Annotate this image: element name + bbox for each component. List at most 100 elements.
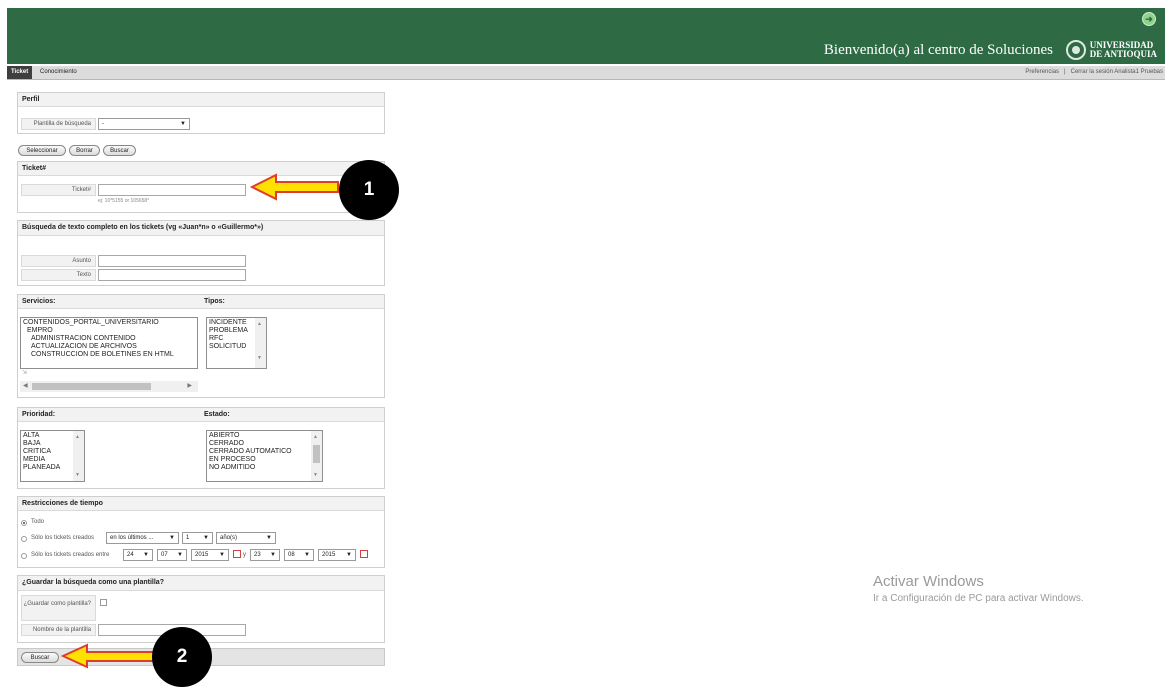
estado-list[interactable]: ABIERTO CERRADO CERRADO AUTOMATICO EN PR… [206,430,323,482]
chevron-down-icon: ▼ [304,552,310,558]
guardar-title: ¿Guardar la búsqueda como una plantilla? [18,576,384,591]
resize-grip-icon[interactable]: ⇲ [22,369,27,376]
perfil-title: Perfil [18,93,384,107]
radio-all-label: Todo [31,519,45,525]
list-item[interactable]: EMPRO [23,327,195,335]
template-label: Plantilla de búsqueda [21,118,96,130]
fulltext-panel: Búsqueda de texto completo en los ticket… [17,220,385,286]
select-button[interactable]: Seleccionar [18,145,66,156]
search-button-bottom[interactable]: Buscar [21,652,59,663]
list-item[interactable]: NO ADMITIDO [209,464,320,472]
chevron-down-icon: ▼ [219,552,225,558]
servicios-hscrollbar[interactable]: ◀ ▶ [20,381,198,392]
clear-button[interactable]: Borrar [69,145,100,156]
created-unit-value: año(s) [220,535,238,541]
servicios-list[interactable]: CONTENIDOS_PORTAL_UNIVERSITARIO EMPRO AD… [20,317,198,369]
created-unit-select[interactable]: año(s) ▼ [216,532,276,544]
fulltext-title: Búsqueda de texto completo en los ticket… [18,221,384,236]
text-input[interactable] [98,269,246,281]
scroll-thumb[interactable] [32,383,151,390]
tab-ticket[interactable]: Ticket [7,66,33,79]
subject-input[interactable] [98,255,246,267]
scroll-up-icon[interactable]: ▲ [75,433,80,441]
to-year-value: 2015 [322,552,336,558]
text-label: Texto [21,269,96,281]
created-range-select[interactable]: en los últimos ... ▼ [106,532,179,544]
and-label: y [243,552,246,558]
save-template-checkbox[interactable] [100,599,107,606]
radio-created[interactable] [21,536,27,542]
prioridad-scrollbar[interactable]: ▲ ▼ [73,431,84,481]
scroll-left-icon[interactable]: ◀ [23,382,28,389]
to-month-value: 08 [288,552,295,558]
tipos-list[interactable]: INCIDENTE PROBLEMA RFC SOLICITUD ▲ ▼ [206,317,267,369]
chevron-down-icon: ▼ [177,552,183,558]
callout-arrow-1 [250,173,339,201]
template-select[interactable]: - ▼ [98,118,190,130]
from-year-value: 2015 [195,552,209,558]
list-item[interactable]: EN PROCESO [209,456,320,464]
prioridad-list[interactable]: ALTA BAJA CRITICA MEDIA PLANEADA ▲ ▼ [20,430,85,482]
main-navbar: Ticket Conocimiento Preferencias | Cerra… [7,66,1165,80]
to-year-select[interactable]: 2015 ▼ [318,549,356,561]
scroll-down-icon[interactable]: ▼ [75,471,80,479]
calendar-icon[interactable] [360,550,368,558]
scroll-down-icon[interactable]: ▼ [313,471,318,479]
university-logo: UNIVERSIDAD DE ANTIOQUIA [1065,39,1157,61]
scroll-down-icon[interactable]: ▼ [257,354,262,362]
created-num-value: 1 [186,535,190,541]
nav-separator: | [1064,69,1066,75]
from-day-select[interactable]: 24 ▼ [123,549,153,561]
to-day-select[interactable]: 23 ▼ [250,549,280,561]
to-day-value: 23 [254,552,261,558]
scroll-up-icon[interactable]: ▲ [257,320,262,328]
ticket-hint: ej: 10*5155 or 105658* [98,198,150,204]
callout-badge-2: 2 [152,627,212,687]
list-item[interactable]: ADMINISTRACION CONTENIDO [23,335,195,343]
chevron-down-icon: ▼ [266,535,272,541]
from-month-value: 07 [161,552,168,558]
template-name-label: Nombre de la plantilla [21,624,96,636]
estado-title: Estado: [204,411,230,418]
servicios-title: Servicios: [22,298,56,305]
logo-line2: DE ANTIOQUIA [1089,49,1157,59]
scroll-right-icon[interactable]: ▶ [187,382,192,389]
radio-between-label: Sólo los tickets creados entre [31,552,110,558]
ticket-number-input[interactable] [98,184,246,196]
template-value: - [102,121,104,127]
seal-icon [1065,40,1086,60]
list-item[interactable]: CERRADO [209,440,320,448]
list-item[interactable]: CONSTRUCCION DE BOLETINES EN HTML [23,351,195,359]
tiempo-title: Restricciones de tiempo [18,497,384,511]
tipos-title: Tipos: [204,298,225,305]
windows-watermark: Activar Windows Ir a Configuración de PC… [873,573,1084,604]
list-item[interactable]: ACTUALIZACION DE ARCHIVOS [23,343,195,351]
to-month-select[interactable]: 08 ▼ [284,549,314,561]
preferences-link[interactable]: Preferencias [1025,69,1059,75]
tipos-scrollbar[interactable]: ▲ ▼ [255,318,266,368]
created-range-value: en los últimos ... [110,535,154,541]
servicios-tipos-header: Servicios: Tipos: [18,295,384,309]
logout-link[interactable]: Cerrar la sesión Analista1 Pruebas [1071,69,1163,75]
chevron-down-icon: ▼ [180,121,186,127]
chevron-down-icon: ▼ [169,535,175,541]
radio-between[interactable] [21,553,27,559]
subject-label: Asunto [21,255,96,267]
list-item[interactable]: ABIERTO [209,432,320,440]
callout-badge-1: 1 [339,160,399,220]
app-header: ➜ Bienvenido(a) al centro de Soluciones … [7,8,1165,64]
estado-scrollbar[interactable]: ▲ ▼ [311,431,322,481]
scroll-up-icon[interactable]: ▲ [313,433,318,441]
scroll-thumb[interactable] [313,445,320,463]
list-item[interactable]: CERRADO AUTOMATICO [209,448,320,456]
calendar-icon[interactable] [233,550,241,558]
tab-conocimiento[interactable]: Conocimiento [36,68,81,76]
from-year-select[interactable]: 2015 ▼ [191,549,229,561]
search-button-top[interactable]: Buscar [103,145,136,156]
logout-icon[interactable]: ➜ [1142,12,1156,26]
created-num-select[interactable]: 1 ▼ [182,532,213,544]
list-item[interactable]: CONTENIDOS_PORTAL_UNIVERSITARIO [23,319,195,327]
from-month-select[interactable]: 07 ▼ [157,549,187,561]
radio-all[interactable] [21,520,27,526]
chevron-down-icon: ▼ [270,552,276,558]
